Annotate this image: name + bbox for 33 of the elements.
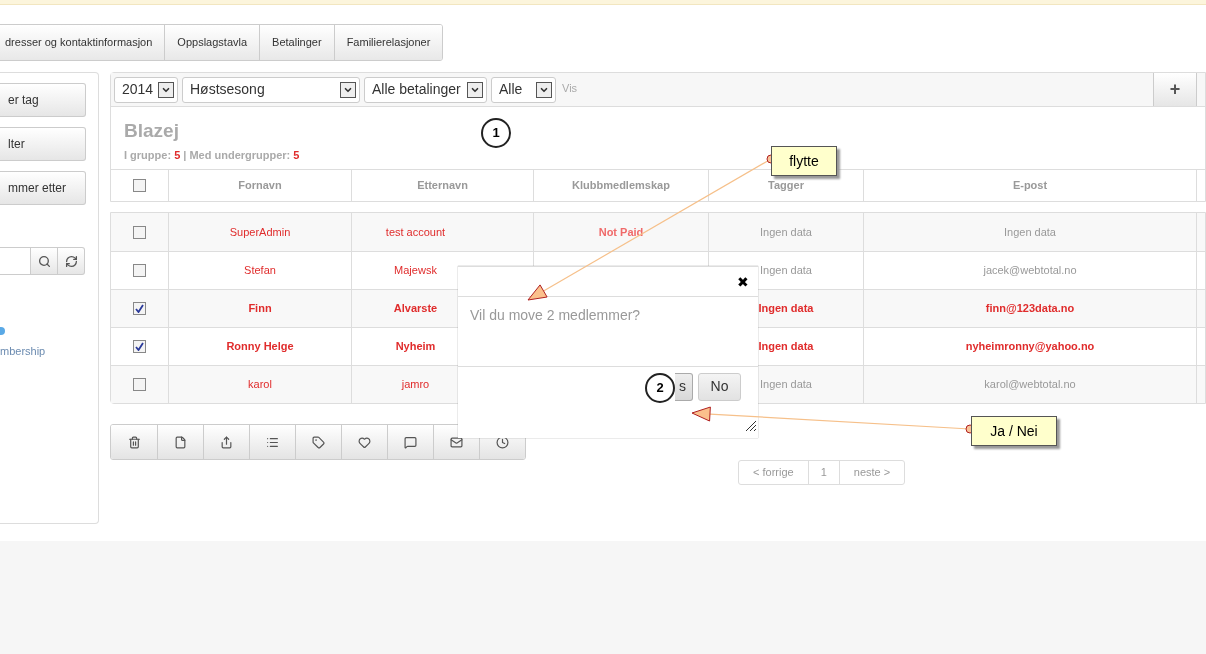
column-header: Etternavn (417, 178, 468, 194)
dialog-message: Vil du move 2 medlemmer? (469, 306, 642, 325)
table-cell-text: Majewsk (394, 263, 437, 279)
table-cell-text: SuperAdmin (229, 224, 291, 240)
table-cell-text: Ingen data (758, 339, 814, 355)
table-cell-text: Ingen data (758, 301, 814, 317)
column-header: Klubbmedlemskap (572, 178, 670, 194)
table-cell-text: Alvarste (393, 301, 438, 317)
table-cell-text: Ingen data (760, 377, 812, 393)
table-cell-text: Ingen data (760, 224, 812, 240)
legend-label: mbership (0, 344, 47, 359)
table-cell-text: finn@123data.no (985, 301, 1075, 317)
table-cell-text: Nyheim (395, 339, 436, 355)
table-cell-text: Ingen data (1004, 224, 1056, 240)
callout-note: flytte (771, 146, 837, 176)
callout-note: Ja / Nei (971, 416, 1057, 446)
group-counts: I gruppe: 5 | Med undergrupper: 5 (124, 148, 300, 163)
table-cell-text: jacek@webtotal.no (983, 263, 1077, 279)
column-header: Tagger (768, 178, 804, 194)
table-cell-text: jamro (401, 377, 430, 393)
table-cell-text: Finn (248, 301, 272, 317)
table-cell-text: karol (248, 377, 272, 393)
table-cell-text: Not Paid (598, 224, 644, 240)
table-cell-text: test account (385, 224, 446, 240)
step-marker: 1 (481, 118, 511, 148)
column-header: Fornavn (238, 178, 282, 194)
table-cell-text: Ronny Helge (226, 339, 294, 355)
group-title: Blazej (124, 119, 179, 143)
table-cell-text: Stefan (244, 263, 276, 279)
table-cell-text: nyheimronny@yahoo.no (965, 339, 1095, 355)
table-cell-text: Ingen data (760, 263, 812, 279)
column-header: E-post (1012, 178, 1048, 194)
table-cell-text: karol@webtotal.no (984, 377, 1076, 393)
